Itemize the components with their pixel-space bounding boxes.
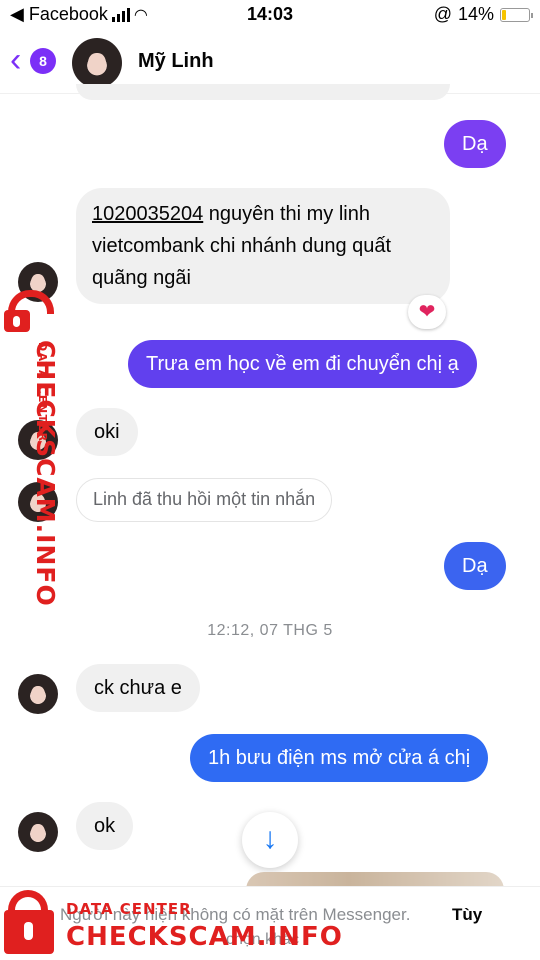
received-message-bank-details[interactable]: 1020035204 nguyên thi my linh vietcomban…: [76, 188, 450, 304]
watermark-brand: CHECKSCAM.INFO: [31, 340, 60, 607]
scroll-down-arrow-icon[interactable]: ↓: [242, 812, 298, 868]
contact-name[interactable]: Mỹ Linh: [138, 50, 214, 73]
watermark-brand-bottom: CHECKSCAM.INFO: [66, 922, 343, 952]
battery-icon: [500, 7, 533, 22]
received-message[interactable]: ck chưa e: [76, 664, 200, 712]
contact-avatar[interactable]: [72, 38, 122, 88]
back-chevron-icon[interactable]: ‹: [10, 43, 32, 77]
message-text-line1: nguyên thi my linh: [203, 203, 370, 225]
previous-message-edge: [76, 84, 450, 100]
message-timestamp: 12:12, 07 THG 5: [207, 622, 333, 639]
message-text-line3: quãng ngãi: [92, 267, 191, 289]
message-text-line2: vietcombank chi nhánh dung quất: [92, 235, 392, 257]
sent-message[interactable]: 1h bưu điện ms mở cửa á chị: [190, 734, 489, 782]
sender-avatar: [18, 812, 58, 852]
watermark-data-center-bottom: DATA CENTER: [66, 900, 192, 918]
account-number-link[interactable]: 1020035204: [92, 203, 203, 225]
unsent-message-notice: Linh đã thu hồi một tin nhắn: [76, 478, 333, 522]
rotation-lock-icon: @: [433, 4, 452, 24]
sent-message[interactable]: Dạ: [444, 120, 506, 168]
status-bar: ◀ Facebook ◠ 14:03 @ 14%: [0, 0, 540, 30]
unread-count-badge[interactable]: 8: [30, 48, 56, 74]
sender-avatar: [18, 674, 58, 714]
status-right: @ 14%: [433, 4, 533, 25]
sent-message[interactable]: Trưa em học về em đi chuyển chị ạ: [128, 340, 477, 388]
sent-message[interactable]: Dạ: [444, 542, 506, 590]
received-message[interactable]: oki: [76, 408, 138, 456]
battery-percent: 14%: [457, 4, 494, 24]
heart-reaction-icon[interactable]: ❤: [408, 295, 446, 329]
received-message[interactable]: ok: [76, 802, 134, 850]
more-options-link[interactable]: Tùy: [452, 905, 482, 925]
